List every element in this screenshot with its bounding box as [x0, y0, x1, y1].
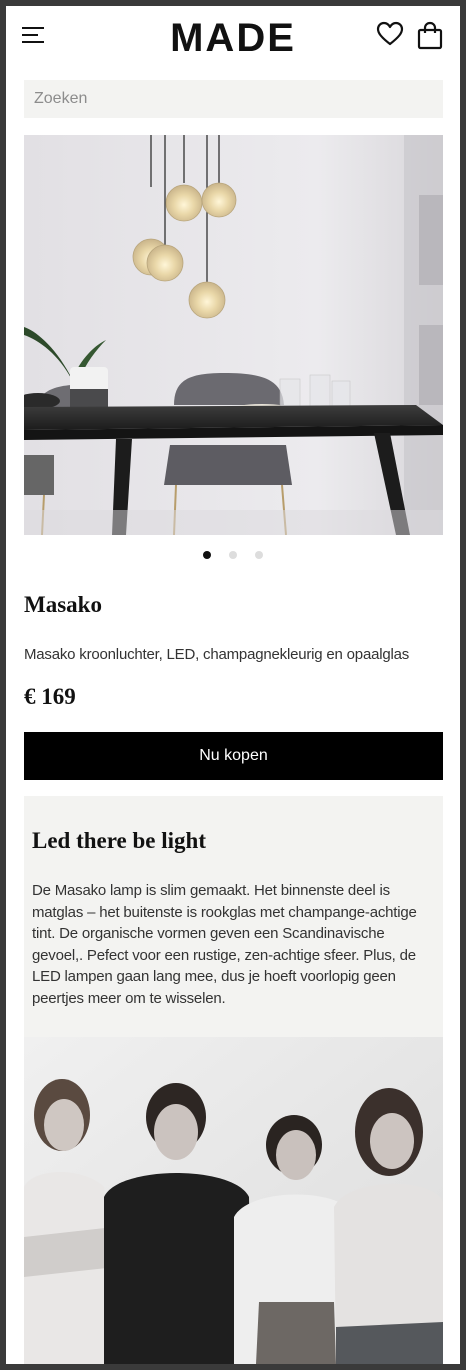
heart-icon[interactable] [376, 20, 404, 48]
shopping-bag-icon[interactable] [416, 20, 444, 50]
search-input[interactable] [24, 80, 443, 118]
product-price: € 169 [24, 684, 76, 709]
story-panel: Led there be light De Masako lamp is sli… [24, 796, 443, 1038]
product-image[interactable] [24, 135, 443, 535]
product-title: Masako [24, 592, 102, 617]
carousel-dot[interactable] [203, 551, 211, 559]
team-photo [24, 1037, 443, 1364]
story-title: Led there be light [32, 828, 206, 853]
page: MADE Zoeken Masako Masako kroonluchter, … [6, 6, 460, 1364]
carousel-dot[interactable] [229, 551, 237, 559]
header: MADE [6, 6, 460, 70]
carousel-dot[interactable] [255, 551, 263, 559]
buy-button[interactable]: Nu kopen [24, 732, 443, 780]
product-description: Masako kroonluchter, LED, champagnekleur… [24, 646, 410, 663]
story-text: De Masako lamp is slim gemaakt. Het binn… [32, 882, 417, 1007]
carousel-dots [6, 546, 460, 559]
